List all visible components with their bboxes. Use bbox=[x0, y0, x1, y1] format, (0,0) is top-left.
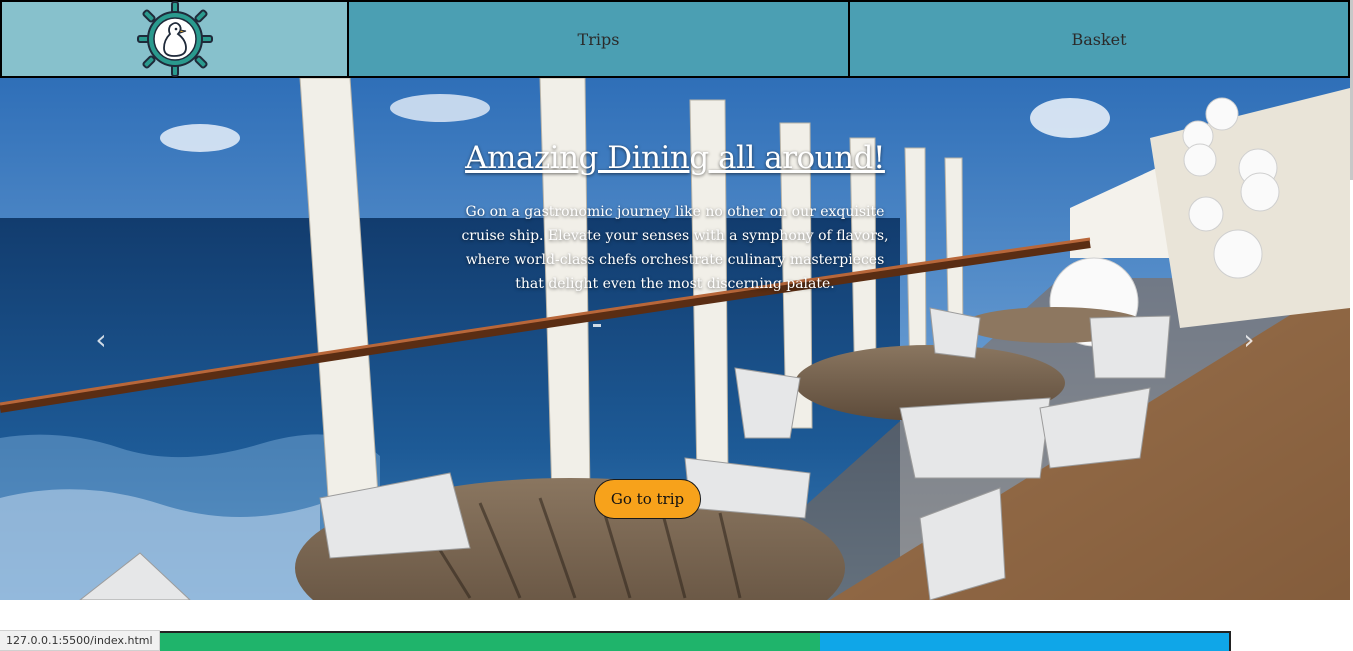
nav-trips-label: Trips bbox=[577, 29, 620, 49]
ship-wheel-bird-icon bbox=[136, 1, 213, 77]
section-card-blue bbox=[820, 631, 1231, 651]
nav-basket-label: Basket bbox=[1071, 29, 1127, 49]
section-card-green bbox=[144, 631, 821, 651]
chevron-right-icon: › bbox=[1243, 322, 1255, 356]
nav-trips[interactable]: Trips bbox=[349, 0, 850, 78]
logo-link[interactable] bbox=[0, 0, 349, 78]
navbar: Trips Basket bbox=[0, 0, 1350, 78]
carousel-caption: Amazing Dining all around! Go on a gastr… bbox=[455, 140, 895, 296]
status-bar-url: 127.0.0.1:5500/index.html bbox=[0, 630, 160, 651]
go-to-trip-button[interactable]: Go to trip bbox=[594, 479, 701, 519]
hero-carousel: Amazing Dining all around! Go on a gastr… bbox=[0, 78, 1350, 600]
hero-title: Amazing Dining all around! bbox=[465, 140, 885, 176]
chevron-left-icon: ‹ bbox=[95, 322, 107, 356]
carousel-next-button[interactable]: › bbox=[1234, 322, 1264, 356]
nav-basket[interactable]: Basket bbox=[850, 0, 1350, 78]
hero-description: Go on a gastronomic journey like no othe… bbox=[461, 204, 889, 292]
carousel-prev-button[interactable]: ‹ bbox=[86, 322, 116, 356]
carousel-indicator[interactable] bbox=[593, 324, 601, 327]
